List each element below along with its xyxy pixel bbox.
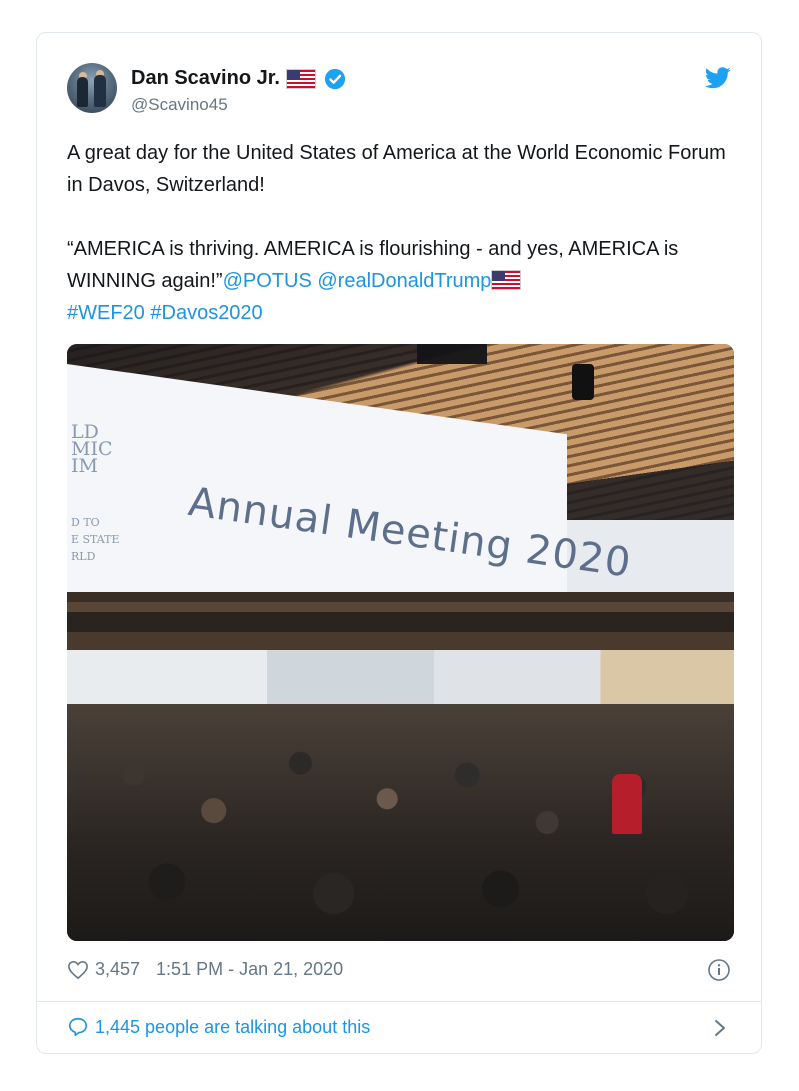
speech-bubble-icon <box>68 1017 88 1037</box>
hashtag-davos2020[interactable]: #Davos2020 <box>150 302 262 324</box>
tweet-photo[interactable]: LD MIC IM D TO E STATE RLD Annual Meetin… <box>67 344 734 941</box>
author-name-row: Dan Scavino Jr. <box>131 67 346 90</box>
twitter-bird-icon[interactable] <box>705 67 731 89</box>
tweet-meta: 3,457 1:51 PM - Jan 21, 2020 <box>67 959 343 980</box>
tweet-quote-paragraph: “AMERICA is thriving. AMERICA is flouris… <box>67 233 737 329</box>
author-handle[interactable]: @Scavino45 <box>131 95 228 115</box>
info-icon[interactable] <box>707 958 731 982</box>
chevron-right-icon[interactable] <box>713 1018 727 1038</box>
mention-potus[interactable]: @POTUS <box>223 270 312 292</box>
author-name[interactable]: Dan Scavino Jr. <box>131 67 280 90</box>
conversation-link[interactable]: 1,445 people are talking about this <box>67 1016 370 1038</box>
conversation-count[interactable]: 1,445 people are talking about this <box>95 1017 370 1038</box>
photo-banner-fragments: LD MIC IM <box>71 421 113 477</box>
photo-banner-fragments-small: D TO E STATE RLD <box>71 516 120 563</box>
us-flag-icon <box>491 270 522 290</box>
avatar[interactable] <box>67 63 117 113</box>
mention-realdonaldtrump[interactable]: @realDonaldTrump <box>317 270 491 292</box>
photo-balcony-edge <box>67 592 734 650</box>
tweet-card: Dan Scavino Jr. @Scavino45 A great day f… <box>36 32 762 1054</box>
tweet-line1: A great day for the United States of Ame… <box>67 142 726 196</box>
heart-icon[interactable] <box>67 960 89 980</box>
hashtag-wef20[interactable]: #WEF20 <box>67 302 145 324</box>
like-count[interactable]: 3,457 <box>95 959 140 980</box>
us-flag-icon <box>285 68 316 89</box>
verified-badge-icon <box>324 68 346 89</box>
timestamp[interactable]: 1:51 PM - Jan 21, 2020 <box>156 959 343 980</box>
tweet-text: A great day for the United States of Ame… <box>67 137 737 329</box>
divider <box>37 1001 761 1002</box>
photo-red-coat <box>612 774 642 834</box>
